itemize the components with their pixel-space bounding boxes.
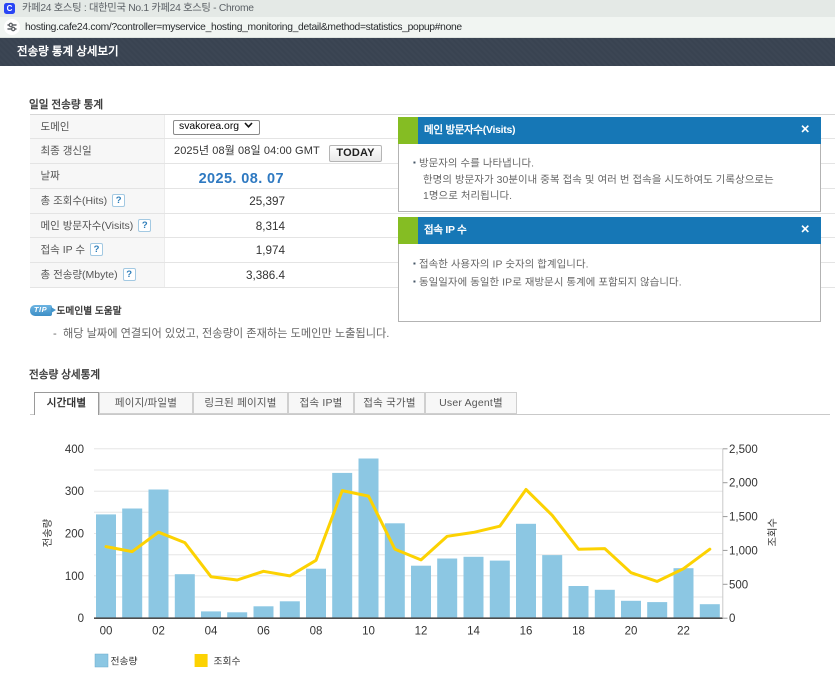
svg-text:300: 300 — [65, 486, 84, 498]
svg-text:00: 00 — [100, 626, 113, 638]
svg-text:14: 14 — [467, 626, 480, 638]
svg-text:1,500: 1,500 — [729, 512, 758, 524]
svg-text:02: 02 — [152, 626, 165, 638]
svg-text:08: 08 — [310, 626, 323, 638]
svg-text:0: 0 — [729, 613, 735, 625]
svg-text:500: 500 — [729, 579, 748, 591]
svg-text:10: 10 — [362, 626, 375, 638]
svg-text:2,000: 2,000 — [729, 478, 758, 490]
svg-text:0: 0 — [78, 613, 84, 625]
svg-text:조회수: 조회수 — [767, 518, 779, 546]
svg-text:200: 200 — [65, 529, 84, 541]
svg-text:1,000: 1,000 — [729, 545, 758, 557]
svg-text:04: 04 — [205, 626, 218, 638]
svg-text:22: 22 — [677, 626, 690, 638]
svg-text:2,500: 2,500 — [729, 444, 758, 456]
svg-text:16: 16 — [520, 626, 533, 638]
svg-text:400: 400 — [65, 444, 84, 456]
svg-text:전송량: 전송량 — [111, 656, 138, 668]
svg-text:12: 12 — [415, 626, 428, 638]
svg-text:20: 20 — [625, 626, 638, 638]
svg-text:조회수: 조회수 — [214, 656, 241, 668]
svg-text:100: 100 — [65, 571, 84, 583]
svg-text:06: 06 — [257, 626, 270, 638]
svg-text:전송량: 전송량 — [42, 518, 54, 547]
svg-text:18: 18 — [572, 626, 585, 638]
